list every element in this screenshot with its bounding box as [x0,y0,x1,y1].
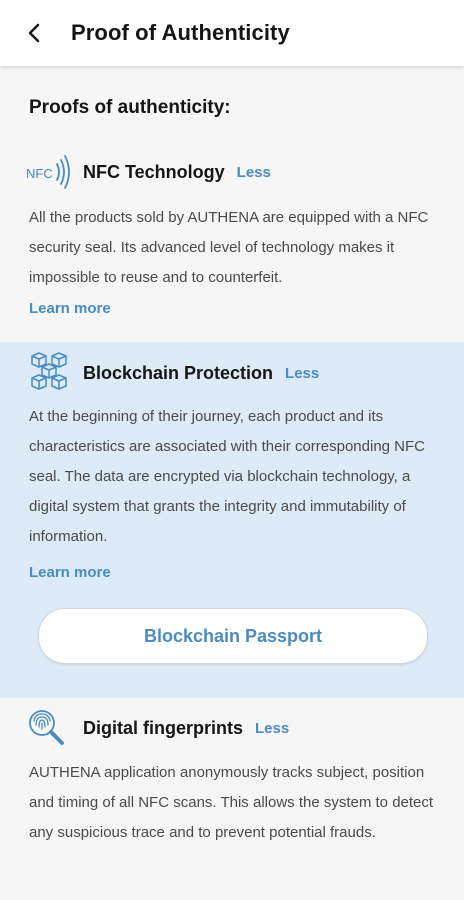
blockchain-passport-button[interactable]: Blockchain Passport [38,608,428,664]
page-title: Proof of Authenticity [71,20,290,45]
app-bar: Proof of Authenticity [0,0,464,66]
fingerprint-magnifier-icon [26,706,76,750]
learn-more-link[interactable]: Learn more [29,564,111,581]
card-header: Blockchain Protection Less [26,351,319,395]
card-header: NFC NFC Technology Less [26,150,271,194]
nfc-technology-card: NFC NFC Technology Less All the products… [0,140,464,342]
back-button[interactable] [18,17,50,49]
learn-more-link[interactable]: Learn more [29,300,111,317]
section-heading: Proofs of authenticity: [29,97,231,118]
less-toggle-link[interactable]: Less [237,164,271,181]
card-description: AUTHENA application anonymously tracks s… [29,764,434,841]
less-toggle-link[interactable]: Less [255,720,289,737]
card-description: At the beginning of their journey, each … [29,408,425,545]
svg-text:NFC: NFC [26,166,53,181]
digital-fingerprints-card: Digital fingerprints Less AUTHENA applic… [0,698,464,900]
nfc-icon: NFC [26,150,76,194]
less-toggle-link[interactable]: Less [285,365,319,382]
card-description: All the products sold by AUTHENA are equ… [29,209,429,286]
blockchain-icon [26,351,76,395]
card-title: NFC Technology [83,161,225,182]
card-header: Digital fingerprints Less [26,706,289,750]
card-title: Blockchain Protection [83,362,274,383]
card-title: Digital fingerprints [83,717,244,738]
blockchain-protection-card: Blockchain Protection Less At the beginn… [0,342,464,698]
back-arrow-icon [28,23,40,43]
